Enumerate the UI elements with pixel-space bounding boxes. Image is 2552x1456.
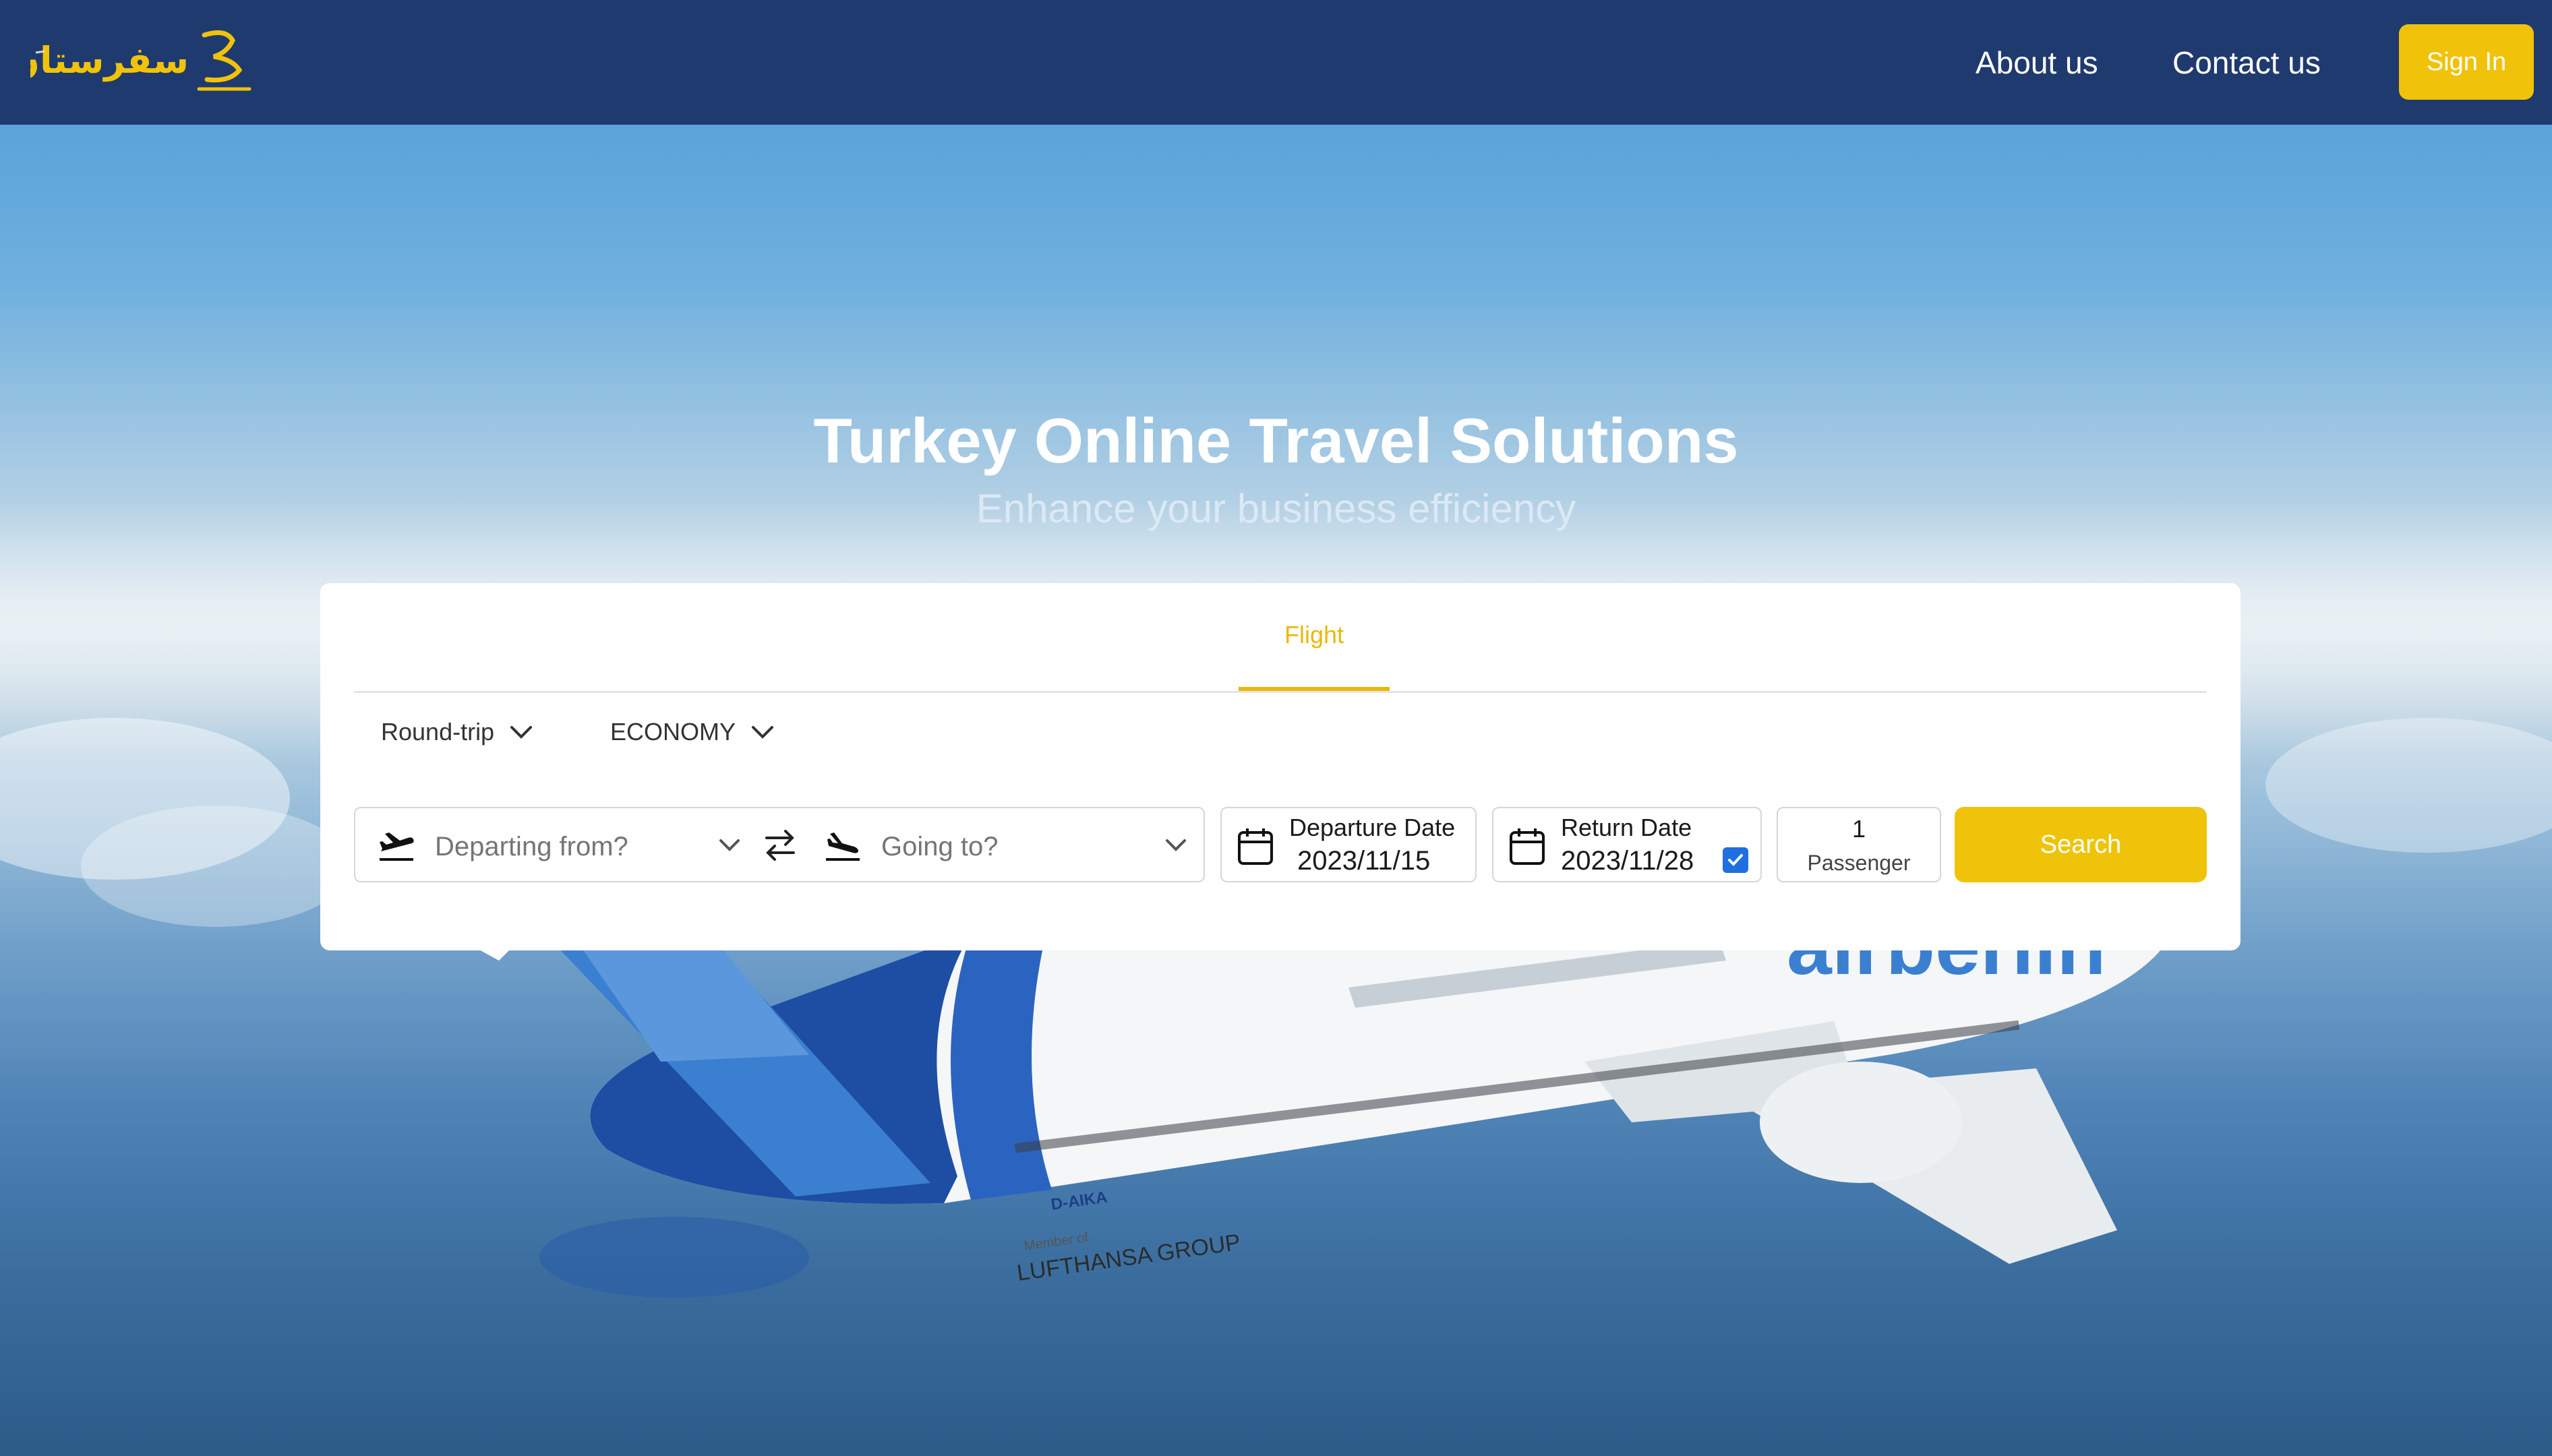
tab-flight[interactable]: Flight (1239, 583, 1390, 691)
departure-date-value: 2023/11/15 (1297, 846, 1431, 876)
passenger-count: 1 (1851, 815, 1866, 843)
passenger-label: Passenger (1807, 851, 1911, 875)
hero-title: Turkey Online Travel Solutions (813, 405, 1739, 476)
chevron-down-icon[interactable] (1164, 838, 1187, 853)
route-fields (354, 807, 1205, 882)
flight-search-card: Flight Round-trip ECONOMY Departing from… (320, 583, 2241, 950)
landing-icon (826, 832, 860, 861)
registration-text: D-AIKA (1050, 1188, 1108, 1214)
trip-type-value: Round-trip (381, 718, 495, 746)
swap-icon[interactable] (764, 827, 796, 862)
livery-member-text: Member of (1023, 1230, 1090, 1254)
passenger-field[interactable]: 1 Passenger (1777, 807, 1941, 882)
logo-text: سفرستان (30, 39, 189, 82)
chevron-down-icon (752, 726, 774, 739)
return-date-value: 2023/11/28 (1561, 846, 1694, 876)
search-button[interactable]: Search (1955, 807, 2207, 882)
trip-type-select[interactable]: Round-trip (381, 718, 533, 746)
logo-icon: سفرستان (9, 30, 251, 91)
checkmark-icon (1728, 854, 1743, 866)
departure-date-label: Departure Date (1289, 814, 1456, 841)
departing-input[interactable] (434, 823, 726, 870)
hero-subtitle: Enhance your business efficiency (976, 486, 1576, 531)
calendar-icon (1238, 828, 1273, 865)
tab-bar: Flight (354, 583, 2207, 693)
departure-date-field[interactable]: Departure Date 2023/11/15 (1220, 807, 1477, 882)
cabin-class-value: ECONOMY (610, 718, 736, 746)
takeoff-icon (380, 832, 414, 861)
nav-about-link[interactable]: About us (1976, 39, 2098, 86)
nav-contact-link[interactable]: Contact us (2172, 39, 2321, 86)
chevron-down-icon[interactable] (718, 838, 741, 853)
chevron-down-icon (510, 726, 533, 739)
return-date-label: Return Date (1561, 814, 1692, 841)
going-input[interactable] (880, 823, 1152, 870)
cabin-class-select[interactable]: ECONOMY (610, 718, 775, 746)
logo[interactable]: سفرستان (9, 26, 253, 93)
return-date-checkbox[interactable] (1723, 847, 1748, 873)
return-date-field[interactable]: Return Date 2023/11/28 (1492, 807, 1762, 882)
sign-in-button[interactable]: Sign In (2399, 24, 2534, 100)
calendar-icon (1510, 828, 1545, 865)
navbar: سفرستان About us Contact us Sign In (0, 0, 2552, 125)
